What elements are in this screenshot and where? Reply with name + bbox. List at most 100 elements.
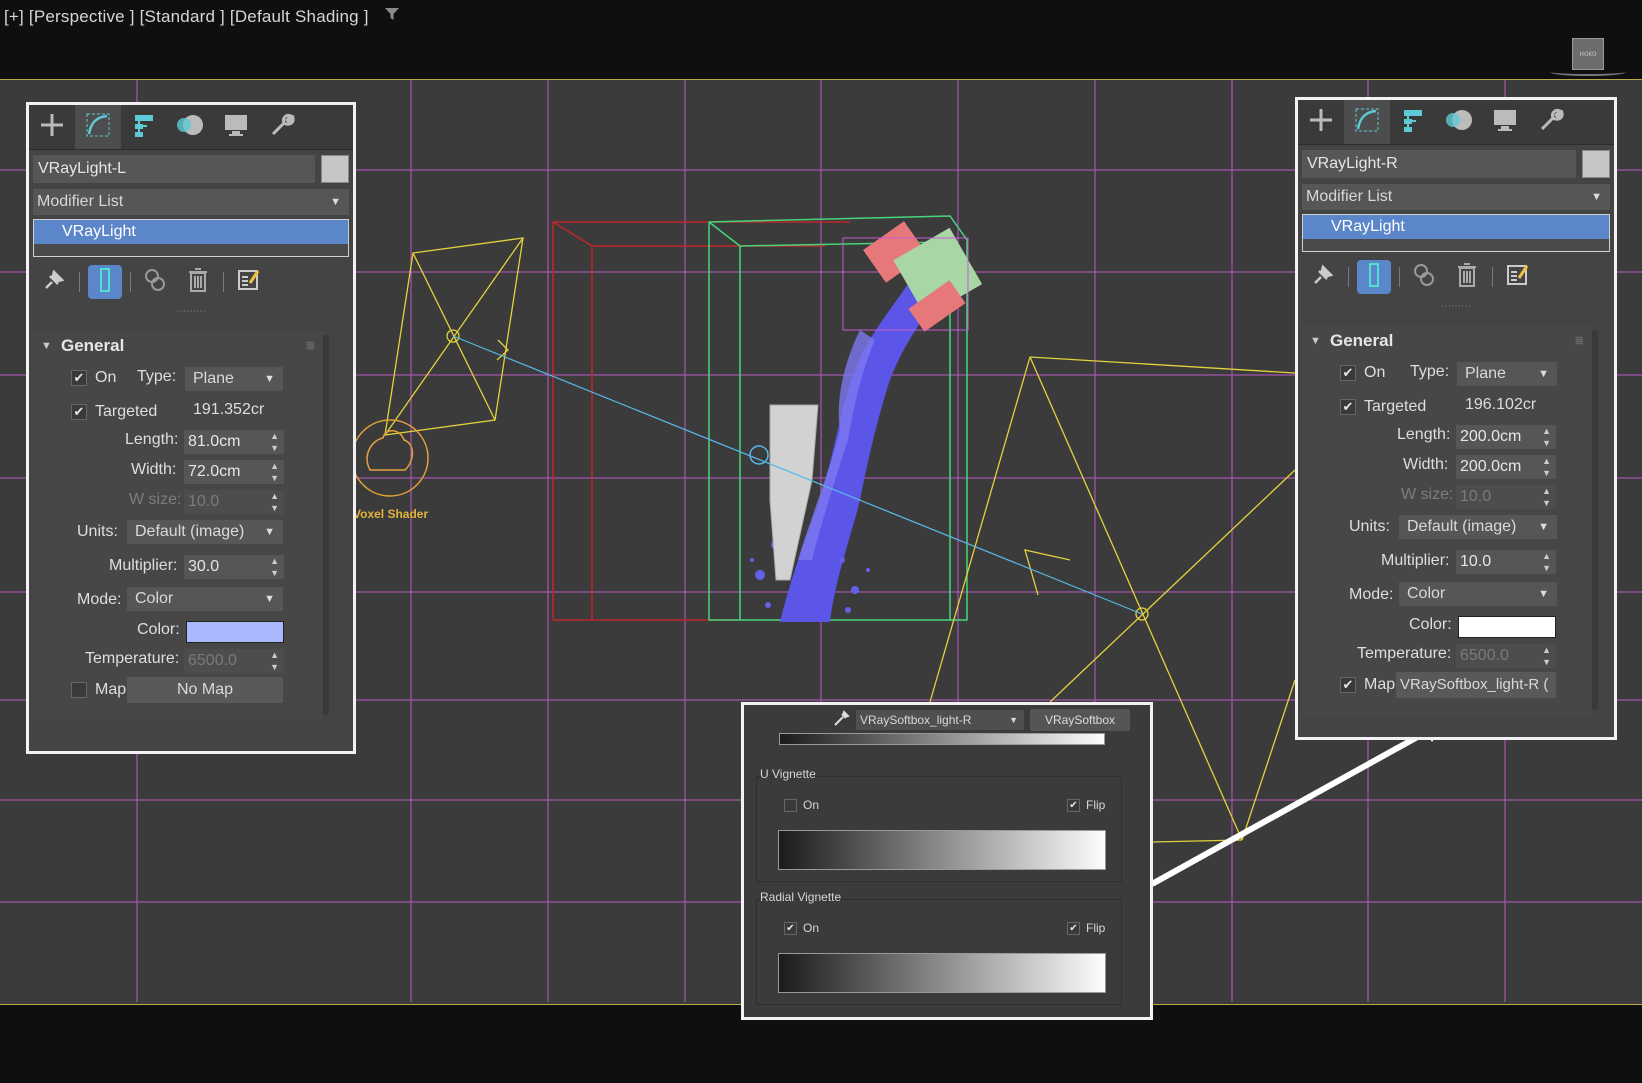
color-label: Color: [1409,616,1452,633]
u-vignette-on-checkbox[interactable]: On [784,798,819,813]
panel-divider[interactable]: ⋯⋯⋯ [29,307,353,323]
temperature-spinner: 6500.0 ▲ ▼ [184,649,284,673]
pin-icon [1311,263,1335,292]
modifier-list-dropdown[interactable]: Modifier List ▼ [1302,184,1610,210]
display-tab[interactable] [213,105,259,149]
configure-sets-button[interactable] [1501,260,1535,294]
units-dropdown[interactable]: Default (image) ▼ [127,520,283,544]
general-rollout-header[interactable]: ▼ General ≣ [33,331,323,361]
hierarchy-tab[interactable] [1390,100,1436,144]
width-value: 72.0cm [188,463,241,480]
spinner-arrows-icon[interactable]: ▲ ▼ [1542,455,1551,479]
light-color-swatch[interactable] [1458,616,1556,638]
map-label: Map [1364,676,1396,693]
radial-vignette-title: Radial Vignette [760,890,842,904]
targeted-checkbox[interactable]: ✔ Targeted [1340,398,1426,416]
panel-divider[interactable]: ⋯⋯⋯ [1298,302,1614,318]
type-value: Plane [1465,365,1506,382]
modifier-stack: VRayLight [1302,214,1610,252]
type-dropdown[interactable]: Plane ▼ [185,367,283,391]
radial-vignette-on-checkbox[interactable]: ✔ On [784,921,819,936]
r-flip-check-icon: ✔ [1067,922,1080,936]
spinner-arrows-icon[interactable]: ▲ ▼ [1542,550,1551,574]
object-color-swatch[interactable] [1582,150,1610,178]
configure-sets-button[interactable] [232,265,266,299]
stack-item-vraylight[interactable]: VRayLight [34,220,348,244]
create-icon [1308,107,1334,138]
targeted-checkbox[interactable]: ✔ Targeted [71,403,157,421]
remove-modifier-button[interactable] [1450,260,1484,294]
type-dropdown[interactable]: Plane ▼ [1457,362,1557,386]
modifier-list-dropdown[interactable]: Modifier List ▼ [33,189,349,215]
remove-modifier-button[interactable] [181,265,215,299]
pin-stack-button[interactable] [37,265,71,299]
wsize-spinner: 10.0 ▲ ▼ [1456,485,1556,509]
general-rollout-header[interactable]: ▼ General ≣ [1302,326,1592,356]
top-gradient-strip[interactable] [779,733,1105,745]
panel-scrollbar[interactable] [1592,330,1598,710]
light-color-swatch[interactable] [186,621,284,643]
map-editor-scrollbar[interactable] [1134,735,1140,1010]
on-checkbox[interactable]: ✔ On [71,369,116,387]
map-name-dropdown[interactable]: VRaySoftbox_light-R ▼ [856,710,1024,730]
object-name-field[interactable]: VRayLight-R [1302,150,1576,178]
map-button[interactable]: VRaySoftbox_light-R ( [1396,672,1556,698]
modify-tab[interactable] [75,105,121,149]
command-panel-tabs [1298,100,1614,145]
eyedropper-icon[interactable] [832,709,850,731]
wrench-icon [269,112,295,143]
wsize-label: W size: [1401,486,1454,503]
display-tab[interactable] [1482,100,1528,144]
modify-icon [85,112,111,143]
map-button[interactable]: No Map [127,677,283,703]
length-label: Length: [1397,426,1451,443]
u-vignette-curve[interactable] [778,830,1106,870]
motion-tab[interactable] [167,105,213,149]
modify-icon [1354,107,1380,138]
radial-vignette-flip-checkbox[interactable]: ✔ Flip [1067,921,1105,936]
modify-tab[interactable] [1344,100,1390,144]
pin-stack-button[interactable] [1306,260,1340,294]
length-spinner[interactable]: 200.0cm ▲ ▼ [1456,425,1556,449]
hierarchy-tab[interactable] [121,105,167,149]
create-tab[interactable] [29,105,75,149]
u-on-check-icon [784,799,797,813]
spinner-arrows-icon[interactable]: ▲ ▼ [270,460,279,484]
width-value: 200.0cm [1460,458,1522,475]
object-name-field[interactable]: VRayLight-L [33,155,315,183]
make-unique-button[interactable] [1408,260,1442,294]
width-spinner[interactable]: 200.0cm ▲ ▼ [1456,455,1556,479]
multiplier-spinner[interactable]: 10.0 ▲ ▼ [1456,550,1556,574]
wsize-label: W size: [129,491,182,508]
mode-value: Color [1407,585,1446,602]
on-checkbox[interactable]: ✔ On [1340,364,1385,382]
motion-tab[interactable] [1436,100,1482,144]
width-spinner[interactable]: 72.0cm ▲ ▼ [184,460,284,484]
map-checkbox[interactable]: Map [71,681,126,699]
map-label: Map [95,681,127,698]
stack-item-vraylight[interactable]: VRayLight [1303,215,1609,239]
u-vignette-flip-checkbox[interactable]: ✔ Flip [1067,798,1105,813]
multiplier-spinner[interactable]: 30.0 ▲ ▼ [184,555,284,579]
rollout-grip-icon: ≣ [1574,335,1584,347]
utilities-tab[interactable] [1528,100,1574,144]
units-dropdown[interactable]: Default (image) ▼ [1399,515,1557,539]
mode-dropdown[interactable]: Color ▼ [1399,582,1557,606]
utilities-tab[interactable] [259,105,305,149]
create-icon [39,112,65,143]
u-flip-check-icon: ✔ [1067,799,1080,813]
spinner-arrows-icon[interactable]: ▲ ▼ [270,430,279,454]
make-unique-button[interactable] [139,265,173,299]
spinner-arrows-icon[interactable]: ▲ ▼ [270,555,279,579]
radial-vignette-curve[interactable] [778,953,1106,993]
map-type-button[interactable]: VRaySoftbox [1030,709,1130,731]
spinner-arrows-icon[interactable]: ▲ ▼ [1542,425,1551,449]
show-end-result-button[interactable] [1357,260,1391,294]
object-color-swatch[interactable] [321,155,349,183]
create-tab[interactable] [1298,100,1344,144]
show-end-result-button[interactable] [88,265,122,299]
map-checkbox[interactable]: ✔ Map [1340,676,1395,694]
mode-dropdown[interactable]: Color ▼ [127,587,283,611]
panel-scrollbar[interactable] [323,335,329,715]
length-spinner[interactable]: 81.0cm ▲ ▼ [184,430,284,454]
